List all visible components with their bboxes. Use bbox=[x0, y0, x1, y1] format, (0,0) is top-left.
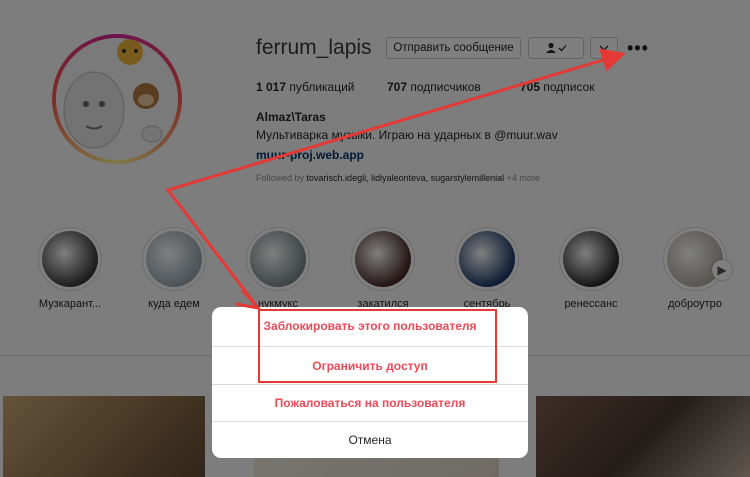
instagram-profile-page: ferrum_lapis Отправить сообщение ••• 1 0… bbox=[0, 0, 750, 477]
annotation-highlight-box bbox=[258, 309, 497, 383]
cancel-button[interactable]: Отмена bbox=[212, 421, 528, 458]
report-user-button[interactable]: Пожаловаться на пользователя bbox=[212, 384, 528, 421]
